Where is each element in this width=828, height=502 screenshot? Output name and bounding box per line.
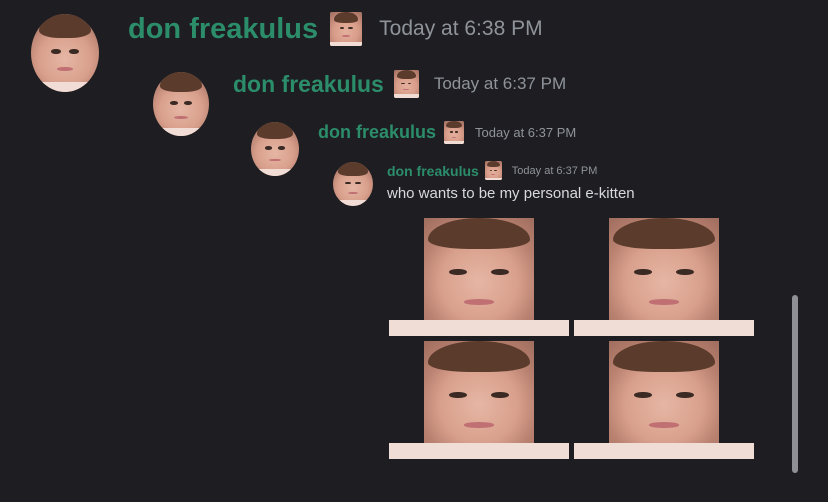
user-avatar[interactable] [31, 14, 99, 92]
timestamp[interactable]: Today at 6:38 PM [379, 17, 542, 41]
user-avatar[interactable] [333, 162, 373, 206]
timestamp[interactable]: Today at 6:37 PM [512, 165, 598, 177]
scrollbar-thumb[interactable] [792, 295, 798, 473]
avatar-face [333, 162, 373, 206]
user-avatar[interactable] [251, 122, 299, 176]
username[interactable]: don freakulus [318, 122, 436, 143]
face-image-icon[interactable] [574, 341, 754, 459]
face-image-icon[interactable] [389, 341, 569, 459]
face-emoji-icon [393, 70, 419, 98]
timestamp[interactable]: Today at 6:37 PM [475, 125, 576, 140]
avatar-face [251, 122, 299, 176]
avatar-face [153, 72, 209, 136]
face-image-icon[interactable] [389, 218, 569, 336]
timestamp[interactable]: Today at 6:37 PM [434, 74, 566, 94]
face-emoji-icon [330, 12, 363, 46]
face-image-icon[interactable] [574, 218, 754, 336]
username[interactable]: don freakulus [387, 163, 479, 179]
avatar-face [31, 14, 99, 92]
face-emoji-icon [444, 121, 465, 144]
face-emoji-icon [484, 161, 502, 180]
message-text: who wants to be my personal e-kitten [387, 185, 635, 202]
username[interactable]: don freakulus [233, 71, 384, 98]
user-avatar[interactable] [153, 72, 209, 136]
image-attachment-grid[interactable] [389, 218, 754, 459]
username[interactable]: don freakulus [128, 13, 318, 46]
